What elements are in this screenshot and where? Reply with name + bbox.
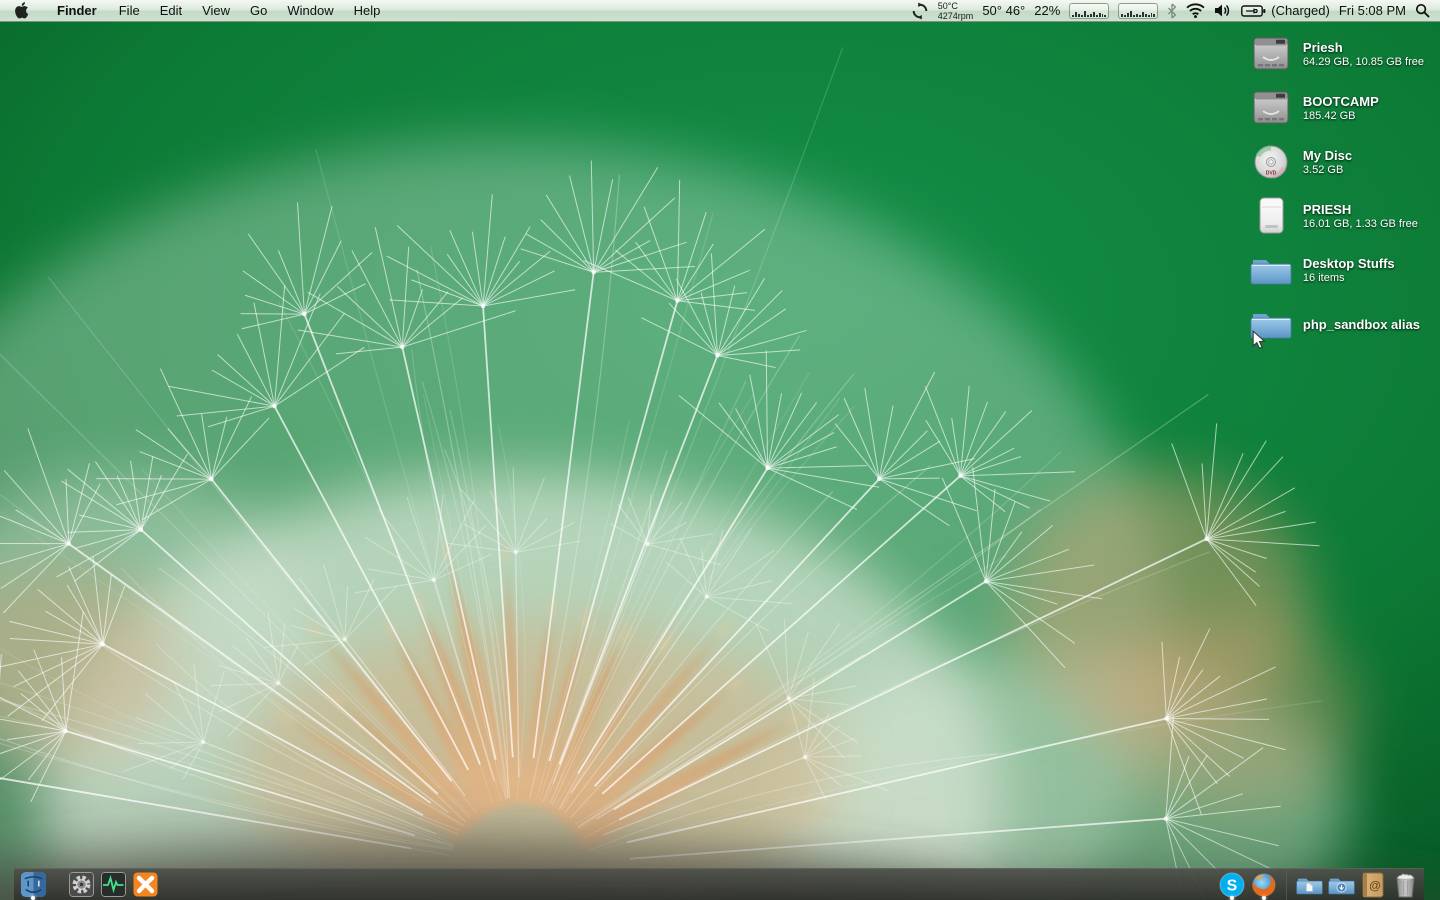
- svg-text:DVD: DVD: [1266, 171, 1277, 177]
- menubar-clock[interactable]: Fri 5:08 PM: [1339, 3, 1406, 18]
- external-drive-icon: [1250, 195, 1292, 237]
- desktop-item-bootcamp[interactable]: BOOTCAMP 185.42 GB: [1250, 87, 1424, 129]
- firefox-dock-icon[interactable]: [1250, 871, 1278, 900]
- desktop-item-php-sandbox-alias[interactable]: php_sandbox alias: [1250, 303, 1424, 345]
- desktop-item-info: 16 items: [1302, 271, 1345, 284]
- wifi-icon[interactable]: [1186, 3, 1205, 18]
- trash-icon[interactable]: [1391, 871, 1419, 899]
- menu-bar: Finder File Edit View Go Window Help 50°…: [0, 0, 1440, 22]
- fan-speed: 4274rpm: [937, 10, 974, 21]
- svg-text:S: S: [1227, 877, 1238, 894]
- running-indicator: [31, 895, 35, 900]
- dock: S @: [14, 868, 1424, 900]
- skype-dock-icon[interactable]: S: [1218, 871, 1246, 900]
- dock-right-group: S @: [1218, 869, 1419, 900]
- weather-temps[interactable]: 50° 46°: [982, 3, 1025, 18]
- menu-view[interactable]: View: [192, 0, 240, 21]
- desktop-item-desktop-stuffs[interactable]: Desktop Stuffs 16 items: [1250, 249, 1424, 291]
- menu-edit[interactable]: Edit: [150, 0, 192, 21]
- optical-disc-icon: DVD: [1250, 141, 1292, 183]
- desktop-item-info: 185.42 GB: [1302, 109, 1356, 122]
- mouse-cursor: [1252, 330, 1266, 349]
- network-history-graph[interactable]: [1118, 2, 1159, 19]
- battery-menu[interactable]: (Charged): [1241, 3, 1330, 18]
- apple-menu[interactable]: [0, 0, 47, 21]
- cpu-history-graph[interactable]: [1069, 2, 1110, 19]
- downloads-folder-dock-icon[interactable]: [1327, 871, 1355, 899]
- desktop-item-name: Desktop Stuffs: [1302, 255, 1395, 271]
- fan-control-icon[interactable]: [911, 1, 929, 20]
- running-indicator: [1262, 895, 1266, 900]
- internal-drive-icon: [1250, 33, 1292, 75]
- desktop-item-name: PRIESH: [1302, 201, 1352, 217]
- desktop-item-name: BOOTCAMP: [1302, 93, 1379, 109]
- documents-folder-dock-icon[interactable]: [1295, 871, 1323, 899]
- running-indicator: [1230, 895, 1234, 900]
- desktop-item-name: php_sandbox alias: [1302, 316, 1420, 332]
- battery-icon: [1241, 4, 1266, 17]
- system-utility-dock-icon[interactable]: [67, 871, 95, 899]
- desktop-wallpaper: [0, 22, 1440, 900]
- address-book-dock-icon[interactable]: @: [1359, 871, 1387, 899]
- desktop-item-priesh-external[interactable]: PRIESH 16.01 GB, 1.33 GB free: [1250, 195, 1424, 237]
- percent-indicator[interactable]: 22%: [1034, 3, 1060, 18]
- fan-status[interactable]: 50°C 4274rpm: [938, 1, 974, 21]
- desktop-icon-list: Priesh 64.29 GB, 10.85 GB free BOOTCAMP …: [1250, 33, 1424, 357]
- folder-icon: [1250, 249, 1292, 291]
- desktop-item-name: My Disc: [1302, 147, 1353, 163]
- fan-temp: 50°C: [937, 0, 958, 11]
- desktop-item-my-disc[interactable]: DVD My Disc 3.52 GB: [1250, 141, 1424, 183]
- menu-go[interactable]: Go: [240, 0, 277, 21]
- menu-help[interactable]: Help: [344, 0, 391, 21]
- bluetooth-icon[interactable]: [1167, 2, 1177, 19]
- menu-window[interactable]: Window: [277, 0, 343, 21]
- desktop-item-info: 16.01 GB, 1.33 GB free: [1302, 217, 1418, 230]
- finder-dock-icon[interactable]: [19, 871, 47, 900]
- apple-logo-icon: [15, 2, 29, 19]
- volume-icon[interactable]: [1214, 3, 1232, 18]
- desktop-item-priesh[interactable]: Priesh 64.29 GB, 10.85 GB free: [1250, 33, 1424, 75]
- desktop-item-info: 3.52 GB: [1302, 163, 1344, 176]
- desktop-item-info: 64.29 GB, 10.85 GB free: [1302, 55, 1424, 68]
- dock-separator: [1286, 869, 1287, 900]
- spotlight-icon[interactable]: [1415, 3, 1430, 18]
- svg-text:@: @: [1369, 878, 1381, 892]
- internal-drive-icon: [1250, 87, 1292, 129]
- desktop-item-name: Priesh: [1302, 39, 1343, 55]
- dock-left-group: [19, 869, 159, 900]
- activity-monitor-dock-icon[interactable]: [99, 871, 127, 899]
- battery-status-label: (Charged): [1271, 3, 1330, 18]
- menu-finder[interactable]: Finder: [47, 0, 109, 21]
- xampp-dock-icon[interactable]: [131, 871, 159, 899]
- menu-file[interactable]: File: [109, 0, 150, 21]
